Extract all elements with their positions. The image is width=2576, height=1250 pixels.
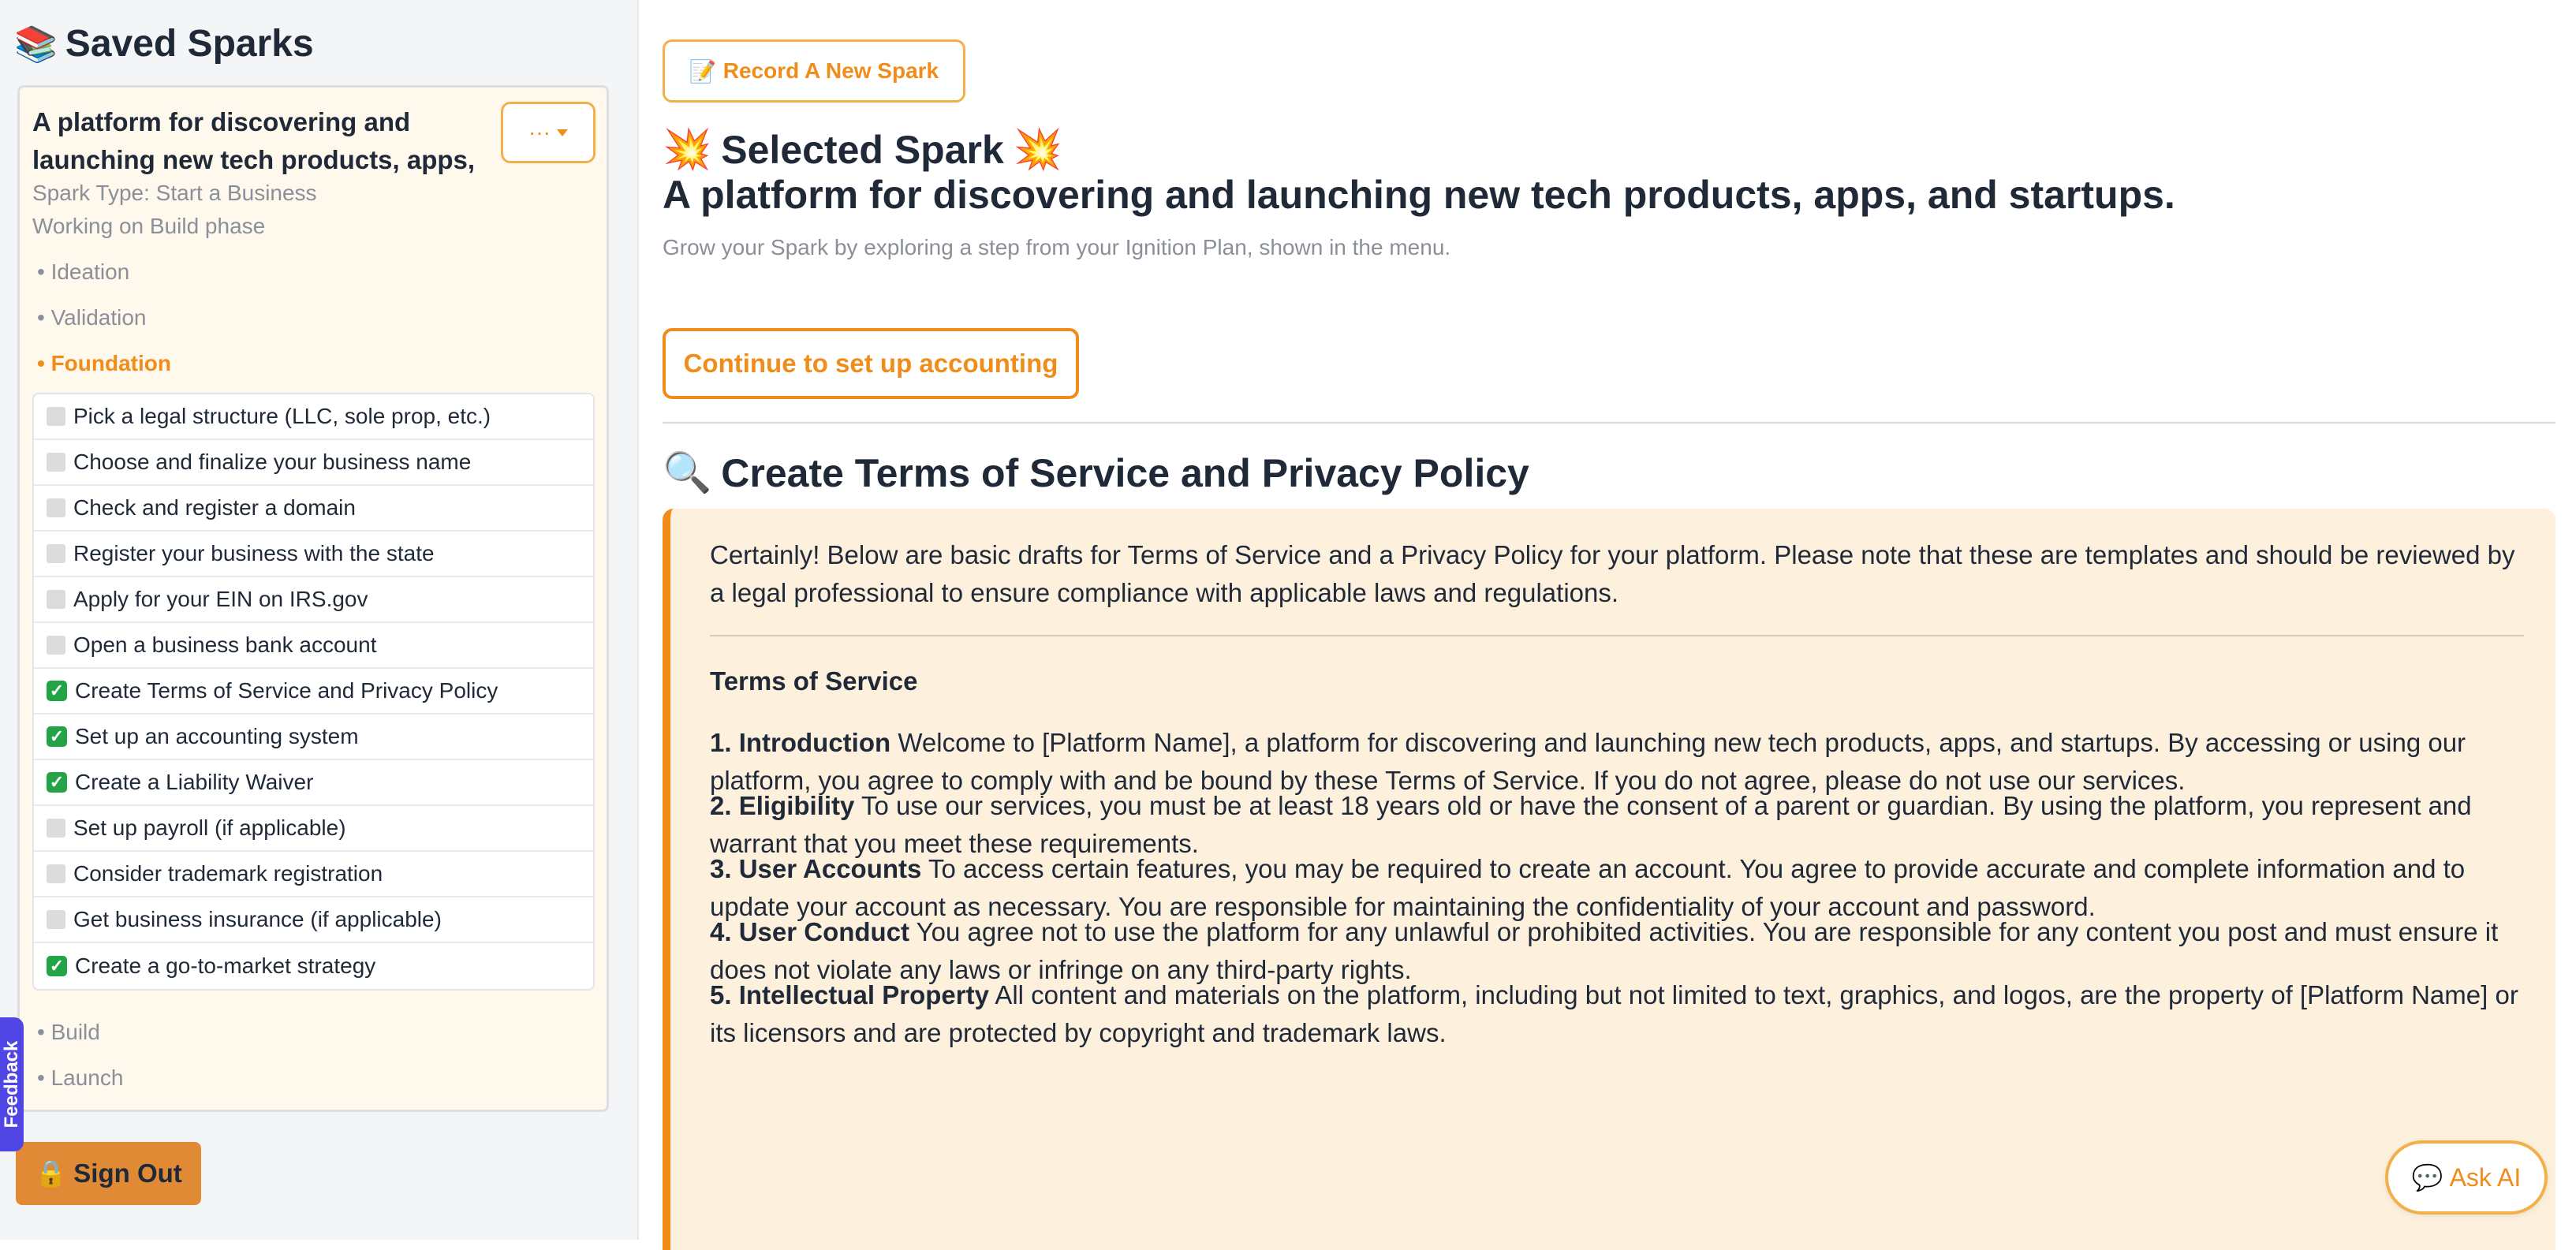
checkmark-icon: ✓ bbox=[47, 726, 67, 747]
empty-checkbox-icon bbox=[47, 498, 65, 517]
task-item[interactable]: Pick a legal structure (LLC, sole prop, … bbox=[34, 394, 593, 440]
task-label: Create a go-to-market strategy bbox=[75, 953, 376, 978]
spark-title: A platform for discovering and launching… bbox=[663, 173, 2175, 217]
section-heading: 2. Eligibility bbox=[710, 791, 855, 820]
spark-card-title[interactable]: A platform for discovering and launching… bbox=[32, 103, 506, 179]
task-label: Choose and finalize your business name bbox=[73, 450, 472, 474]
task-label: Apply for your EIN on IRS.gov bbox=[73, 587, 368, 611]
phase-ideation[interactable]: • Ideation bbox=[37, 259, 129, 285]
phase-launch[interactable]: • Launch bbox=[37, 1065, 123, 1091]
empty-checkbox-icon bbox=[47, 819, 65, 838]
task-item[interactable]: ✓ Create a go-to-market strategy bbox=[34, 943, 593, 989]
task-label: Check and register a domain bbox=[73, 495, 356, 520]
task-label: Create a Liability Waiver bbox=[75, 770, 314, 794]
section-text: To access certain features, you may be r… bbox=[710, 854, 2466, 921]
content-intro: Certainly! Below are basic drafts for Te… bbox=[710, 540, 2515, 607]
task-label: Create Terms of Service and Privacy Poli… bbox=[75, 678, 498, 703]
books-icon: 📚 bbox=[14, 24, 58, 64]
spark-type: Spark Type: Start a Business bbox=[32, 181, 317, 205]
section-heading: 5. Intellectual Property bbox=[710, 980, 989, 1009]
task-item[interactable]: Choose and finalize your business name bbox=[34, 440, 593, 486]
feedback-tab[interactable]: Feedback bbox=[0, 1017, 24, 1151]
divider bbox=[663, 422, 2555, 424]
empty-checkbox-icon bbox=[47, 453, 65, 472]
task-label: Register your business with the state bbox=[73, 541, 435, 565]
checkmark-icon: ✓ bbox=[47, 956, 67, 976]
task-item[interactable]: Check and register a domain bbox=[34, 486, 593, 532]
selected-spark-heading: 💥 Selected Spark 💥 bbox=[663, 126, 1062, 173]
task-list: Pick a legal structure (LLC, sole prop, … bbox=[32, 393, 595, 991]
empty-checkbox-icon bbox=[47, 636, 65, 655]
section-heading: 1. Introduction bbox=[710, 728, 891, 757]
spark-subtext: Grow your Spark by exploring a step from… bbox=[663, 235, 1451, 259]
spark-menu-button[interactable]: ··· bbox=[501, 102, 595, 163]
record-label: Record A New Spark bbox=[722, 58, 939, 83]
task-label: Pick a legal structure (LLC, sole prop, … bbox=[73, 404, 491, 428]
phase-build[interactable]: • Build bbox=[37, 1020, 100, 1045]
checkmark-icon: ✓ bbox=[47, 681, 67, 701]
tos-section: 5. Intellectual Property All content and… bbox=[710, 976, 2524, 1052]
task-label: Set up payroll (if applicable) bbox=[73, 815, 346, 840]
sidebar-title-text: Saved Sparks bbox=[65, 23, 314, 65]
feedback-label: Feedback bbox=[1, 1040, 22, 1129]
tos-heading: Terms of Service bbox=[710, 666, 918, 696]
content-divider bbox=[710, 635, 2524, 636]
sidebar-title: 📚 Saved Sparks bbox=[14, 22, 314, 65]
task-label: Set up an accounting system bbox=[75, 724, 359, 748]
saved-sparks-sidebar: 📚 Saved Sparks A platform for discoverin… bbox=[0, 0, 639, 1240]
magnifier-icon: 🔍 bbox=[663, 450, 712, 494]
selected-spark-label: Selected Spark bbox=[721, 127, 1004, 172]
generated-content: Certainly! Below are basic drafts for Te… bbox=[663, 509, 2555, 1250]
task-item[interactable]: ✓ Create Terms of Service and Privacy Pol… bbox=[34, 669, 593, 715]
working-phase: Working on Build phase bbox=[32, 214, 266, 238]
empty-checkbox-icon bbox=[47, 910, 65, 929]
collision-icon: 💥 bbox=[663, 127, 712, 171]
record-new-spark-button[interactable]: 📝 Record A New Spark bbox=[663, 39, 965, 103]
empty-checkbox-icon bbox=[47, 544, 65, 563]
empty-checkbox-icon bbox=[47, 590, 65, 609]
task-item[interactable]: Open a business bank account bbox=[34, 623, 593, 669]
ask-ai-button[interactable]: 💬 Ask AI bbox=[2385, 1140, 2548, 1215]
menu-dots-label: ··· bbox=[528, 120, 551, 144]
task-item[interactable]: Consider trademark registration bbox=[34, 852, 593, 897]
task-label: Consider trademark registration bbox=[73, 861, 383, 886]
section-heading: 3. User Accounts bbox=[710, 854, 922, 883]
sign-out-button[interactable]: 🔒 Sign Out bbox=[16, 1142, 201, 1205]
section-heading: 4. User Conduct bbox=[710, 917, 910, 946]
ask-ai-label: Ask AI bbox=[2449, 1162, 2522, 1192]
empty-checkbox-icon bbox=[47, 864, 65, 883]
task-item[interactable]: ✓ Create a Liability Waiver bbox=[34, 760, 593, 806]
task-item[interactable]: Set up payroll (if applicable) bbox=[34, 806, 593, 852]
collision-icon: 💥 bbox=[1013, 127, 1063, 171]
phase-foundation[interactable]: • Foundation bbox=[37, 351, 171, 376]
lock-icon: 🔒 bbox=[35, 1158, 68, 1188]
section-text: Welcome to [Platform Name], a platform f… bbox=[710, 728, 2466, 795]
task-item[interactable]: Get business insurance (if applicable) bbox=[34, 897, 593, 943]
section-text: To use our services, you must be at leas… bbox=[710, 791, 2472, 858]
speech-bubble-icon: 💬 bbox=[2411, 1163, 2443, 1192]
step-title: Create Terms of Service and Privacy Poli… bbox=[721, 450, 1529, 495]
empty-checkbox-icon bbox=[47, 407, 65, 426]
task-item[interactable]: ✓ Set up an accounting system bbox=[34, 715, 593, 760]
spark-card[interactable]: A platform for discovering and launching… bbox=[17, 85, 609, 1112]
continue-button[interactable]: Continue to set up accounting bbox=[663, 328, 1079, 399]
checkmark-icon: ✓ bbox=[47, 772, 67, 793]
step-heading: 🔍 Create Terms of Service and Privacy Po… bbox=[663, 450, 1529, 496]
memo-icon: 📝 bbox=[689, 58, 717, 84]
task-label: Open a business bank account bbox=[73, 632, 377, 657]
phase-validation[interactable]: • Validation bbox=[37, 305, 146, 330]
sign-out-label: Sign Out bbox=[73, 1159, 182, 1188]
section-text: You agree not to use the platform for an… bbox=[710, 917, 2499, 984]
caret-down-icon bbox=[556, 129, 568, 136]
task-label: Get business insurance (if applicable) bbox=[73, 907, 442, 931]
task-item[interactable]: Apply for your EIN on IRS.gov bbox=[34, 577, 593, 623]
task-item[interactable]: Register your business with the state bbox=[34, 532, 593, 577]
